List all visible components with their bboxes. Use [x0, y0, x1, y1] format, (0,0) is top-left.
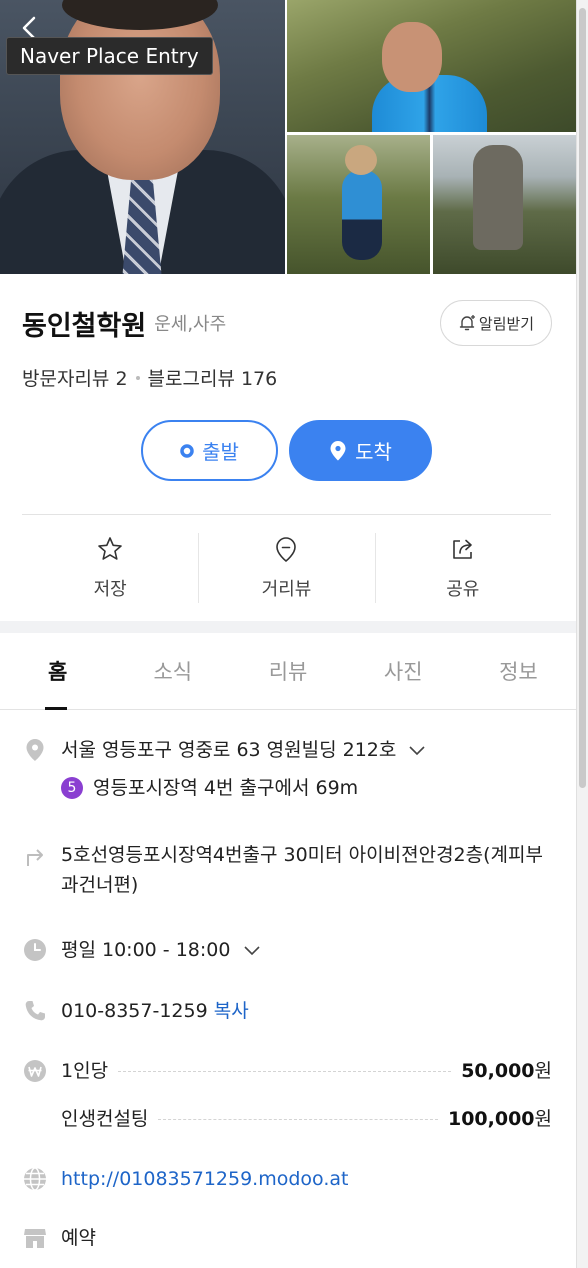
- streetview-button[interactable]: 거리뷰: [198, 515, 374, 620]
- route-start-label: 출발: [202, 440, 239, 464]
- price-item: 인생컨설팅 100,000 원: [61, 1104, 552, 1134]
- photo-thumb-2[interactable]: [287, 135, 430, 274]
- start-dot-icon: [180, 443, 194, 458]
- globe-icon: [24, 1167, 46, 1191]
- alarm-button[interactable]: 알림받기: [440, 300, 552, 346]
- visitor-reviews-link[interactable]: 방문자리뷰 2: [22, 364, 128, 391]
- booking-row: 예약: [22, 1223, 552, 1253]
- phone-number[interactable]: 010-8357-1259: [61, 1000, 208, 1022]
- tab-info[interactable]: 정보: [461, 633, 576, 709]
- blog-reviews-link[interactable]: 블로그리뷰 176: [148, 364, 278, 391]
- clock-icon: [24, 939, 46, 961]
- address-row: 서울 영등포구 영중로 63 영원빌딩 212호 5 영등포시장역 4번 출구에…: [22, 735, 552, 803]
- tab-bar: 홈 소식 리뷰 사진 정보: [0, 633, 576, 710]
- tab-photos[interactable]: 사진: [346, 633, 461, 709]
- dotted-leader: [158, 1118, 438, 1120]
- directions-text: 5호선영등포시장역4번출구 30미터 아이비젼안경2층(계피부과건너편): [61, 844, 543, 896]
- price-item: 1인당 50,000 원: [61, 1056, 552, 1086]
- booking-link[interactable]: 예약: [61, 1223, 96, 1253]
- place-name: 동인철학원: [22, 310, 147, 342]
- section-separator: [0, 621, 576, 633]
- separator-dot: [135, 375, 140, 380]
- star-icon: [98, 536, 122, 560]
- share-icon: [453, 539, 472, 559]
- price-amount: 50,000: [461, 1060, 535, 1082]
- route-start-button[interactable]: 출발: [141, 420, 278, 481]
- action-bar: 저장 거리뷰 공유: [22, 515, 551, 620]
- route-buttons: 출발 도착: [141, 420, 432, 481]
- save-label: 저장: [93, 578, 127, 600]
- subway-info: 5 영등포시장역 4번 출구에서 69m: [61, 773, 426, 803]
- review-summary: 방문자리뷰 2 블로그리뷰 176: [22, 364, 277, 391]
- phone-row: 010-8357-1259 복사: [22, 996, 552, 1026]
- directions-row: 5호선영등포시장역4번출구 30미터 아이비젼안경2층(계피부과건너편): [22, 840, 552, 900]
- chevron-down-icon[interactable]: [243, 945, 261, 957]
- price-unit: 원: [534, 1108, 552, 1130]
- place-category: 운세,사주: [154, 314, 227, 335]
- website-link[interactable]: http://01083571259.modoo.at: [61, 1164, 348, 1194]
- photo-thumb-1[interactable]: [287, 0, 576, 132]
- chevron-down-icon[interactable]: [408, 745, 426, 757]
- phone-icon: [25, 1001, 45, 1021]
- won-currency-icon: [24, 1060, 46, 1082]
- page-tooltip: Naver Place Entry: [6, 37, 213, 75]
- map-marker-icon: [26, 739, 44, 761]
- save-button[interactable]: 저장: [22, 515, 198, 620]
- copy-phone-button[interactable]: 복사: [214, 1000, 249, 1022]
- place-header: 동인철학원 운세,사주 알림받기: [22, 300, 552, 346]
- price-amount: 100,000: [447, 1108, 535, 1130]
- price-unit: 원: [534, 1060, 552, 1082]
- location-pin-icon: [330, 440, 346, 460]
- price-item-name: 1인당: [61, 1060, 109, 1082]
- tab-news[interactable]: 소식: [115, 633, 230, 709]
- subway-text: 영등포시장역 4번 출구에서 69m: [93, 777, 359, 799]
- scrollbar-thumb[interactable]: [579, 8, 586, 788]
- bell-plus-icon: [459, 315, 475, 331]
- location-pin-icon: [276, 536, 297, 562]
- share-button[interactable]: 공유: [374, 515, 551, 620]
- share-label: 공유: [446, 578, 480, 600]
- route-arrive-button[interactable]: 도착: [289, 420, 432, 481]
- dotted-leader: [118, 1070, 452, 1072]
- route-arrive-label: 도착: [355, 440, 392, 464]
- website-row: http://01083571259.modoo.at: [22, 1164, 552, 1194]
- photo-thumb-3[interactable]: [433, 135, 576, 274]
- tab-reviews[interactable]: 리뷰: [230, 633, 345, 709]
- turn-arrow-icon: [27, 849, 43, 866]
- hours-row: 평일 10:00 - 18:00: [22, 935, 552, 965]
- address-text: 서울 영등포구 영중로 63 영원빌딩 212호: [61, 739, 397, 761]
- streetview-label: 거리뷰: [261, 578, 312, 600]
- tab-home[interactable]: 홈: [0, 633, 115, 710]
- alarm-label: 알림받기: [478, 314, 535, 333]
- subway-line-badge: 5: [61, 777, 83, 799]
- hours-text: 평일 10:00 - 18:00: [61, 939, 231, 961]
- price-row: 1인당 50,000 원 인생컨설팅 100,000 원: [22, 1056, 552, 1134]
- price-item-name: 인생컨설팅: [61, 1108, 149, 1130]
- store-icon: [24, 1229, 46, 1248]
